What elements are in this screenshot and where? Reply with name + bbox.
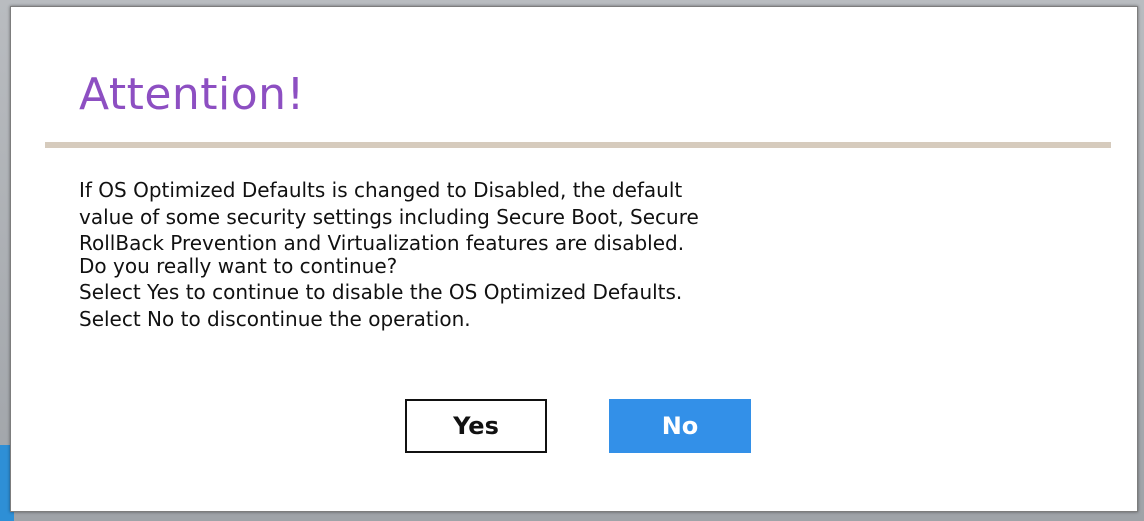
message-line: Select Yes to continue to disable the OS… (79, 280, 683, 304)
message-line: value of some security settings includin… (79, 204, 699, 229)
message-line: If OS Optimized Defaults is changed to D… (79, 178, 683, 202)
yes-button[interactable]: Yes (405, 399, 547, 453)
no-button[interactable]: No (609, 399, 751, 453)
dialog-message: If OS Optimized Defaults is changed to D… (79, 177, 839, 332)
dialog-title: Attention! (79, 69, 305, 120)
message-line: Select No to discontinue the operation. (79, 306, 471, 331)
attention-dialog: Attention! If OS Optimized Defaults is c… (10, 6, 1138, 512)
title-divider (45, 142, 1111, 148)
